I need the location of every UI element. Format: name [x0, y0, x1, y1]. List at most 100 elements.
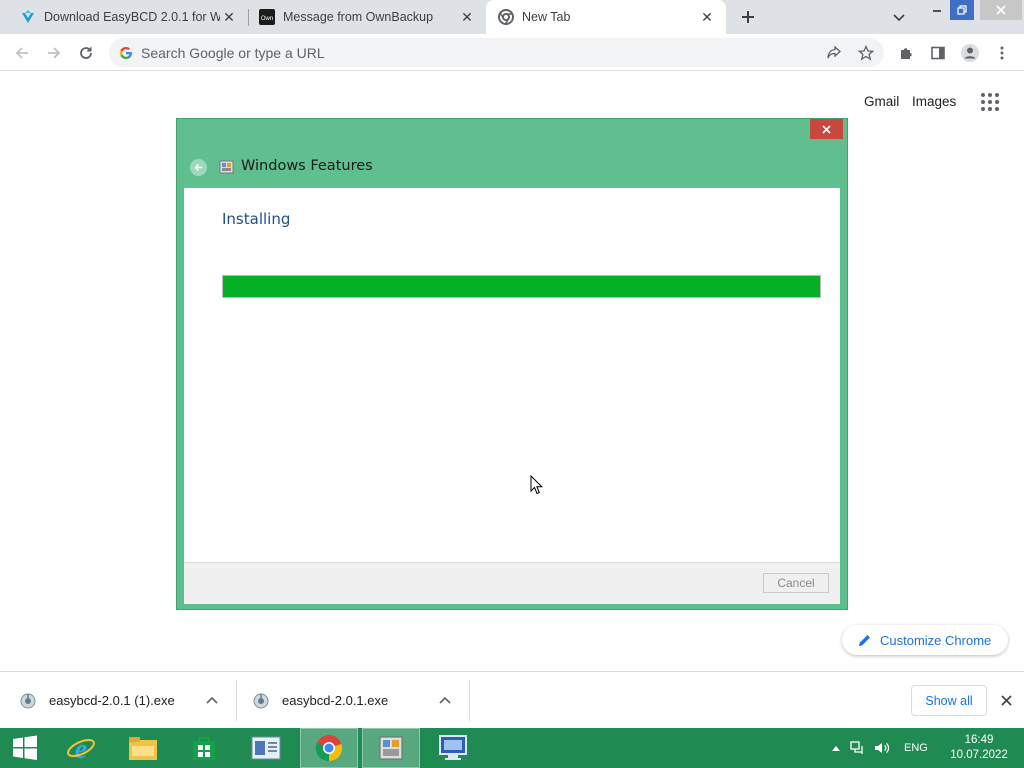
start-icon: [13, 735, 37, 760]
bookmark-star-icon[interactable]: [857, 44, 875, 62]
clock-time: 16:49: [964, 734, 994, 746]
clock-date: 10.07.2022: [950, 749, 1008, 761]
easybcd-icon: [20, 9, 36, 25]
chevron-up-icon[interactable]: [832, 745, 840, 751]
omnibox-input[interactable]: [141, 44, 781, 61]
google-icon: [119, 46, 133, 60]
extensions-button[interactable]: [894, 41, 918, 65]
install-progress-bar: [222, 275, 821, 298]
images-link[interactable]: Images: [912, 94, 956, 109]
svg-text:e: e: [75, 734, 87, 763]
taskbar-chrome[interactable]: [300, 728, 358, 768]
taskbar-windows-features[interactable]: [362, 728, 420, 768]
gmail-link[interactable]: Gmail: [864, 94, 899, 109]
close-icon: [822, 124, 831, 134]
start-button[interactable]: [0, 728, 50, 768]
installer-file-icon: [253, 693, 269, 708]
dialog-body: Installing: [184, 188, 840, 562]
plus-icon: [742, 11, 754, 23]
cancel-button[interactable]: Cancel: [763, 573, 829, 593]
download-filename: easybcd-2.0.1.exe: [282, 693, 389, 708]
download-divider: [469, 680, 470, 721]
taskbar-internet-explorer[interactable]: e: [52, 728, 110, 768]
windows-features-icon: [379, 736, 403, 760]
tab-search-button[interactable]: [889, 8, 909, 28]
chevron-down-icon: [893, 14, 905, 22]
more-vert-icon: [1000, 46, 1004, 60]
tab-ownbackup[interactable]: Own Message from OwnBackup ✕: [249, 0, 486, 34]
taskbar-store[interactable]: [175, 728, 233, 768]
customize-chrome-label: Customize Chrome: [880, 632, 992, 648]
google-apps-icon[interactable]: [980, 92, 1000, 112]
new-tab-button[interactable]: [737, 6, 759, 28]
chrome-icon: [315, 735, 343, 762]
store-icon: [193, 737, 215, 760]
puzzle-icon: [901, 48, 912, 59]
taskbar-remote-desktop[interactable]: [424, 728, 482, 768]
installer-file-icon: [20, 693, 36, 708]
taskbar-file-explorer[interactable]: [114, 728, 172, 768]
dialog-close-button[interactable]: [810, 119, 843, 139]
taskbar-control-panel[interactable]: [237, 728, 295, 768]
clock[interactable]: 16:49 10.07.2022: [944, 733, 1014, 763]
download-filename: easybcd-2.0.1 (1).exe: [49, 693, 175, 708]
svg-text:Own: Own: [261, 16, 273, 22]
windows-features-dialog: Windows Features Installing Cancel: [176, 118, 848, 610]
reload-button[interactable]: [74, 41, 98, 65]
installing-heading: Installing: [222, 210, 291, 228]
forward-button[interactable]: [42, 41, 66, 65]
network-icon[interactable]: [850, 741, 866, 755]
customize-chrome-button[interactable]: Customize Chrome: [842, 625, 1008, 655]
volume-icon[interactable]: [874, 741, 890, 755]
close-icon[interactable]: ✕: [458, 8, 476, 26]
restore-icon: [957, 5, 967, 15]
download-bar: easybcd-2.0.1 (1).exe easybcd-2.0.1.exe …: [0, 671, 1024, 728]
minimize-icon: [933, 10, 941, 12]
close-icon[interactable]: ✕: [220, 8, 238, 26]
dialog-title: Windows Features: [241, 158, 373, 174]
tab-title: Message from OwnBackup: [283, 10, 434, 24]
menu-button[interactable]: [990, 41, 1014, 65]
back-arrow-icon[interactable]: [190, 159, 207, 176]
arrow-right-icon: [48, 47, 61, 59]
dialog-footer: Cancel: [184, 562, 840, 604]
tab-title: New Tab: [522, 10, 571, 24]
internet-explorer-icon: e: [67, 734, 95, 763]
back-button[interactable]: [10, 41, 34, 65]
avatar-icon: [961, 44, 979, 62]
minimize-button[interactable]: [924, 0, 950, 20]
close-icon: [1000, 694, 1012, 706]
control-panel-icon: [251, 736, 281, 760]
download-bar-close-button[interactable]: [996, 690, 1016, 710]
progress-fill: [223, 276, 820, 297]
reload-icon: [80, 47, 92, 59]
show-all-button[interactable]: Show all: [911, 685, 987, 716]
share-icon[interactable]: [825, 44, 843, 62]
tab-new-tab[interactable]: New Tab ✕: [486, 0, 726, 34]
windows-features-icon: [219, 159, 234, 174]
language-indicator[interactable]: ENG: [904, 742, 928, 754]
side-panel-icon: [931, 46, 945, 60]
tab-strip: Download EasyBCD 2.0.1 for Win ✕ Own Mes…: [0, 0, 1024, 34]
arrow-left-icon: [15, 47, 28, 59]
browser-toolbar: [0, 34, 1024, 71]
chevron-up-icon[interactable]: [438, 693, 452, 707]
pencil-icon: [859, 635, 870, 646]
omnibox[interactable]: [109, 38, 884, 67]
download-item[interactable]: easybcd-2.0.1.exe: [237, 672, 469, 729]
chevron-up-icon[interactable]: [205, 693, 219, 707]
ownbackup-icon: Own: [259, 9, 275, 25]
system-tray: ENG: [832, 728, 928, 768]
close-icon[interactable]: ✕: [698, 8, 716, 26]
tab-title: Download EasyBCD 2.0.1 for Win: [44, 10, 220, 24]
tab-easybcd[interactable]: Download EasyBCD 2.0.1 for Win ✕: [0, 0, 248, 34]
download-item[interactable]: easybcd-2.0.1 (1).exe: [0, 672, 236, 729]
restore-button[interactable]: [950, 0, 974, 20]
mouse-cursor-icon: [530, 475, 544, 495]
close-icon: [996, 5, 1006, 15]
file-explorer-icon: [129, 737, 157, 760]
window-close-button[interactable]: [980, 0, 1022, 20]
profile-button[interactable]: [958, 41, 982, 65]
side-panel-button[interactable]: [926, 41, 950, 65]
remote-desktop-icon: [439, 735, 467, 760]
